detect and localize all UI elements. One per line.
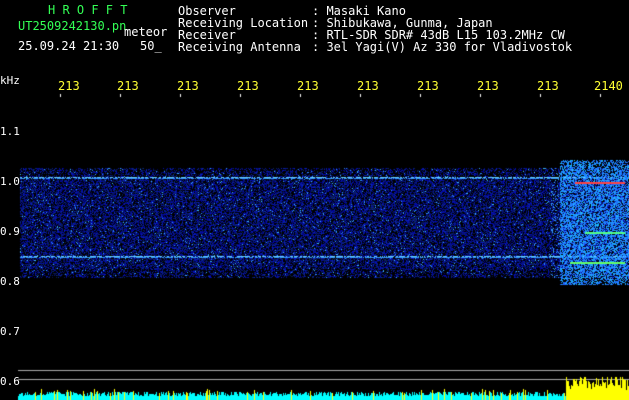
y-tick: 0.7 [0, 325, 20, 338]
x-tick: 213 [537, 79, 559, 93]
y-tick: 0.8 [0, 275, 20, 288]
x-tick: 213 [117, 79, 139, 93]
x-tick: 213 [237, 79, 259, 93]
datetime-label: 25.09.24 21:30 [18, 39, 120, 53]
x-tick: 213 [417, 79, 439, 93]
x-tick: 213 [177, 79, 199, 93]
y-axis-unit: kHz [0, 74, 20, 87]
x-tick: 2140 [594, 79, 623, 93]
y-tick: 0.6 [0, 375, 20, 388]
y-tick: 1.0 [0, 175, 20, 188]
x-tick: 213 [357, 79, 379, 93]
antenna-value: : 3el Yagi(V) Az 330 for Vladivostok [312, 40, 573, 54]
y-tick: 1.1 [0, 125, 20, 138]
file-name: UT2509242130.pn [18, 19, 127, 33]
y-tick: 0.9 [0, 225, 20, 238]
count-label: 50_ [140, 39, 162, 53]
x-tick: 213 [58, 79, 80, 93]
antenna-label: Receiving Antenna [178, 40, 301, 54]
x-tick: 213 [297, 79, 319, 93]
program-title: H R O F F T [48, 3, 128, 17]
spectrogram-canvas [0, 0, 629, 400]
mode-label: meteor [124, 25, 168, 39]
x-tick: 213 [477, 79, 499, 93]
